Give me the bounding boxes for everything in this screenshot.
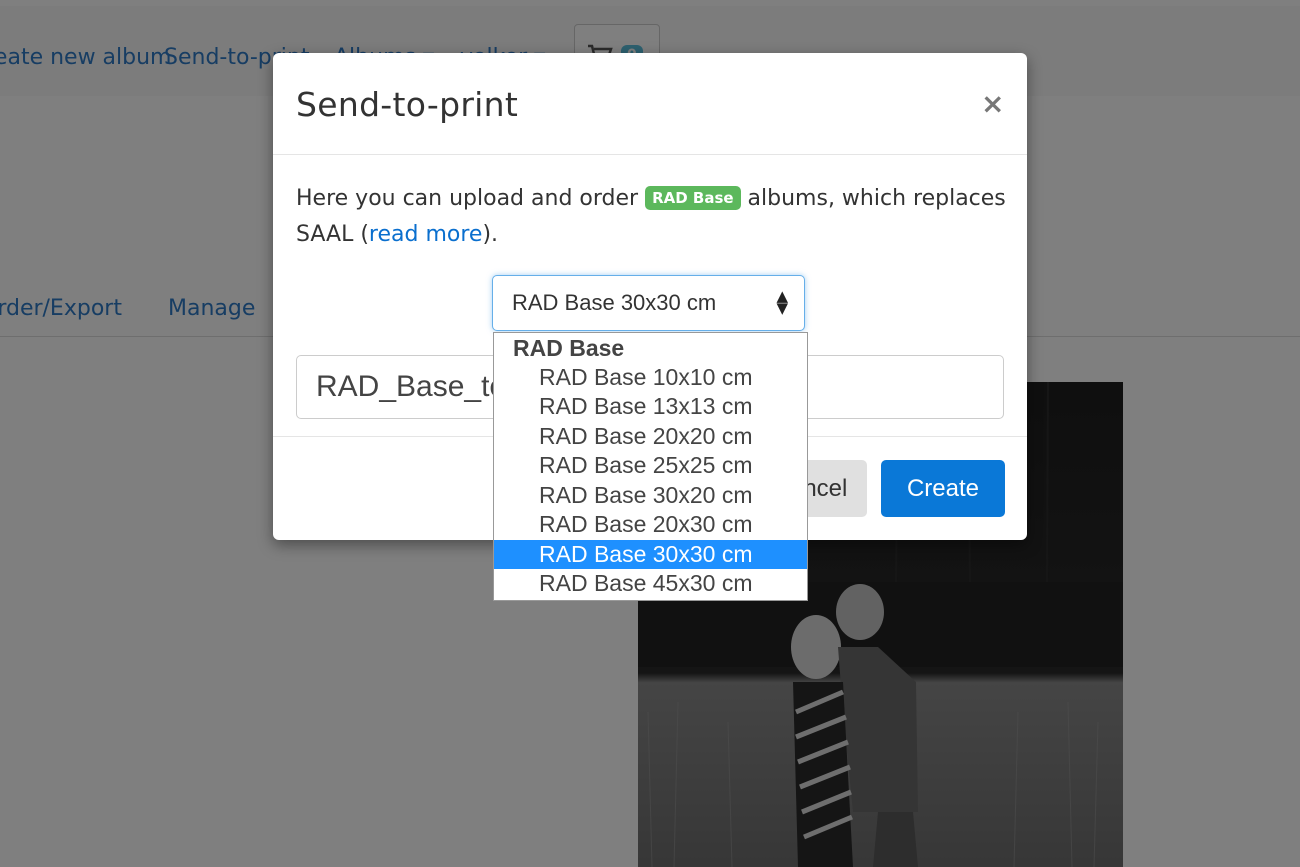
intro-text-end: ). (482, 222, 499, 247)
optgroup-label: RAD Base (513, 335, 625, 361)
product-badge: RAD Base (645, 186, 741, 210)
close-icon[interactable]: × (981, 87, 1004, 120)
product-dropdown-list: RAD Base RAD Base 10x10 cm RAD Base 13x1… (493, 332, 808, 601)
option-13x13[interactable]: RAD Base 13x13 cm (494, 392, 807, 421)
read-more-link[interactable]: read more (369, 222, 483, 247)
option-20x30[interactable]: RAD Base 20x30 cm (494, 510, 807, 539)
option-20x20[interactable]: RAD Base 20x20 cm (494, 422, 807, 451)
product-select[interactable]: RAD Base 30x30 cm ▲ ▼ (492, 275, 805, 331)
modal-header: Send-to-print × (273, 53, 1027, 155)
option-30x20[interactable]: RAD Base 30x20 cm (494, 481, 807, 510)
option-10x10[interactable]: RAD Base 10x10 cm (494, 363, 807, 392)
album-name-value: RAD_Base_te (316, 370, 507, 403)
option-45x30[interactable]: RAD Base 45x30 cm (494, 569, 807, 598)
option-25x25[interactable]: RAD Base 25x25 cm (494, 451, 807, 480)
option-30x30-selected[interactable]: RAD Base 30x30 cm (494, 540, 807, 569)
intro-text-start: Here you can upload and order (296, 186, 646, 211)
product-select-value: RAD Base 30x30 cm (512, 290, 717, 315)
intro-text: Here you can upload and order RAD Base a… (296, 181, 1006, 253)
create-button[interactable]: Create (881, 460, 1005, 517)
select-updown-icon: ▲ ▼ (776, 287, 788, 317)
modal-title: Send-to-print (296, 85, 519, 124)
modal-body: Here you can upload and order RAD Base a… (296, 181, 1006, 253)
